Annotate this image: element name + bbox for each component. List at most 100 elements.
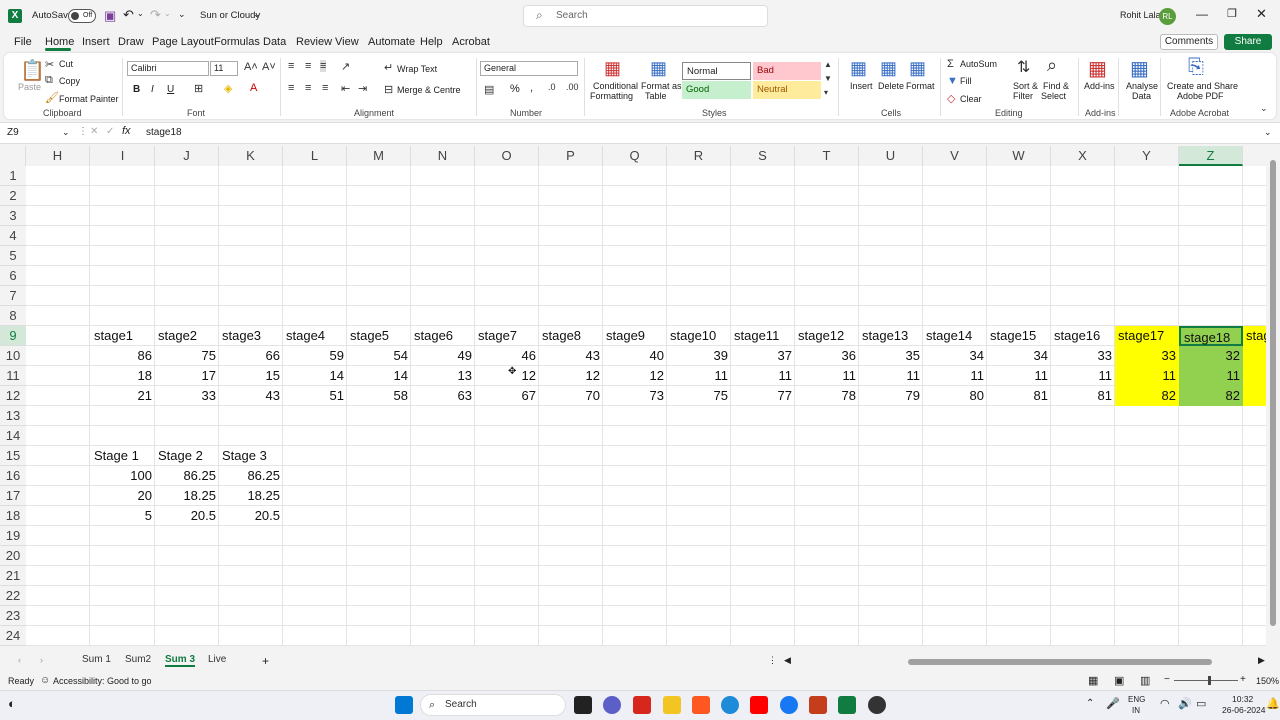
- youtube-icon[interactable]: [750, 696, 768, 714]
- align-center-icon[interactable]: ≡: [305, 82, 311, 94]
- decrease-font-icon[interactable]: A˅: [262, 61, 276, 73]
- format-cells-icon[interactable]: ▦: [909, 58, 926, 79]
- format-table-icon[interactable]: ▦: [650, 58, 667, 79]
- highlight-overflow-cell[interactable]: [1243, 346, 1266, 366]
- tab-split-icon[interactable]: ⋮: [768, 655, 777, 666]
- widgets-icon[interactable]: ◐: [8, 696, 16, 711]
- row-header[interactable]: 7: [0, 286, 26, 306]
- cell[interactable]: 17: [155, 366, 219, 386]
- edge-icon[interactable]: [721, 696, 739, 714]
- cell[interactable]: 34: [923, 346, 987, 366]
- acrobat-icon[interactable]: [633, 696, 651, 714]
- find-select-icon[interactable]: ⌕: [1047, 55, 1057, 76]
- conditional-formatting-line1[interactable]: Conditional: [593, 81, 638, 91]
- cell[interactable]: Stage 2: [155, 446, 219, 466]
- style-good[interactable]: Good: [682, 81, 751, 99]
- cell[interactable]: 78: [795, 386, 859, 406]
- menu-review[interactable]: Review: [296, 36, 332, 48]
- wifi-icon[interactable]: ◠: [1160, 697, 1170, 710]
- increase-font-icon[interactable]: A˄: [244, 61, 258, 73]
- cell[interactable]: 5: [91, 506, 155, 526]
- merge-centre-button[interactable]: Merge & Centre: [397, 85, 461, 95]
- style-bad[interactable]: Bad: [753, 62, 821, 80]
- merge-icon[interactable]: ⊟: [384, 83, 393, 96]
- column-header[interactable]: K: [219, 146, 283, 166]
- tray-expand-icon[interactable]: ⌃: [1086, 698, 1094, 709]
- styles-more-icon[interactable]: ▾: [824, 88, 828, 97]
- insert-cells-icon[interactable]: ▦: [850, 58, 867, 79]
- create-pdf-icon[interactable]: ⎘: [1188, 56, 1204, 79]
- format-table-line1[interactable]: Format as: [641, 81, 682, 91]
- column-header[interactable]: H: [26, 146, 90, 166]
- cell[interactable]: 82: [1115, 386, 1179, 406]
- taskbar-search[interactable]: ⌕ Search: [420, 694, 566, 716]
- restore-icon[interactable]: ❐: [1227, 7, 1237, 20]
- brave-icon[interactable]: [692, 696, 710, 714]
- cell[interactable]: stage1: [91, 326, 155, 346]
- undo-icon[interactable]: ↶: [123, 7, 134, 23]
- cell[interactable]: 34: [987, 346, 1051, 366]
- sheet-tab-sum-3[interactable]: Sum 3: [165, 654, 196, 667]
- cell[interactable]: 63: [411, 386, 475, 406]
- row-header[interactable]: 4: [0, 226, 26, 246]
- row-header[interactable]: 6: [0, 266, 26, 286]
- cell[interactable]: 18.25: [155, 486, 219, 506]
- zoom-in-icon[interactable]: +: [1240, 674, 1246, 685]
- cell[interactable]: 66: [219, 346, 283, 366]
- cell[interactable]: stage6: [411, 326, 475, 346]
- increase-decimal-icon[interactable]: .0: [548, 82, 556, 92]
- cell[interactable]: 11: [795, 366, 859, 386]
- find-select-line2[interactable]: Select: [1041, 91, 1066, 101]
- menu-home[interactable]: Home: [45, 36, 74, 48]
- row-header[interactable]: 22: [0, 586, 26, 606]
- share-button[interactable]: Share: [1224, 34, 1272, 50]
- cell[interactable]: 33: [155, 386, 219, 406]
- menu-help[interactable]: Help: [420, 36, 443, 48]
- cell[interactable]: 70: [539, 386, 603, 406]
- cell[interactable]: 11: [1051, 366, 1115, 386]
- copy-button[interactable]: Copy: [59, 76, 80, 86]
- cell[interactable]: stage8: [539, 326, 603, 346]
- cell[interactable]: stag: [1243, 326, 1266, 346]
- create-pdf-line1[interactable]: Create and Share: [1167, 81, 1238, 91]
- format-table-line2[interactable]: Table: [645, 91, 667, 101]
- row-header[interactable]: 12: [0, 386, 26, 406]
- conditional-formatting-line2[interactable]: Formatting: [590, 91, 633, 101]
- format-painter-icon[interactable]: 🖌: [45, 91, 59, 104]
- cell[interactable]: 11: [987, 366, 1051, 386]
- minimize-icon[interactable]: —: [1196, 7, 1208, 21]
- cell[interactable]: 40: [603, 346, 667, 366]
- row-header[interactable]: 2: [0, 186, 26, 206]
- menu-acrobat[interactable]: Acrobat: [452, 36, 490, 48]
- cell[interactable]: stage12: [795, 326, 859, 346]
- accessibility-icon[interactable]: ☺: [40, 675, 50, 686]
- menu-page-layout[interactable]: Page Layout: [152, 36, 214, 48]
- align-left-icon[interactable]: ≡: [288, 82, 294, 94]
- cell[interactable]: 20.5: [155, 506, 219, 526]
- cell[interactable]: 15: [219, 366, 283, 386]
- row-header[interactable]: 1: [0, 166, 26, 186]
- styles-scroll-up-icon[interactable]: ▲: [824, 60, 832, 69]
- analyse-data-icon[interactable]: ▦: [1130, 56, 1149, 81]
- column-header[interactable]: V: [923, 146, 987, 166]
- scroll-right-icon[interactable]: ▶: [1258, 655, 1265, 666]
- cell[interactable]: 14: [283, 366, 347, 386]
- style-normal[interactable]: Normal: [682, 62, 751, 80]
- cell[interactable]: 79: [859, 386, 923, 406]
- row-header[interactable]: 17: [0, 486, 26, 506]
- cell[interactable]: 37: [731, 346, 795, 366]
- undo-dropdown-icon[interactable]: ⌄: [137, 9, 144, 18]
- avatar[interactable]: RL: [1159, 8, 1176, 25]
- microphone-icon[interactable]: 🎤: [1106, 697, 1120, 710]
- increase-indent-icon[interactable]: ⇥: [358, 82, 367, 95]
- menu-insert[interactable]: Insert: [82, 36, 110, 48]
- create-pdf-line2[interactable]: Adobe PDF: [1177, 91, 1224, 101]
- clear-icon[interactable]: ◇: [947, 92, 955, 105]
- cell[interactable]: 11: [923, 366, 987, 386]
- zoom-level[interactable]: 150%: [1256, 676, 1279, 686]
- autosum-button[interactable]: AutoSum: [960, 59, 997, 69]
- row-header[interactable]: 3: [0, 206, 26, 226]
- cell[interactable]: 86: [91, 346, 155, 366]
- cell[interactable]: 67: [475, 386, 539, 406]
- cell[interactable]: stage11: [731, 326, 795, 346]
